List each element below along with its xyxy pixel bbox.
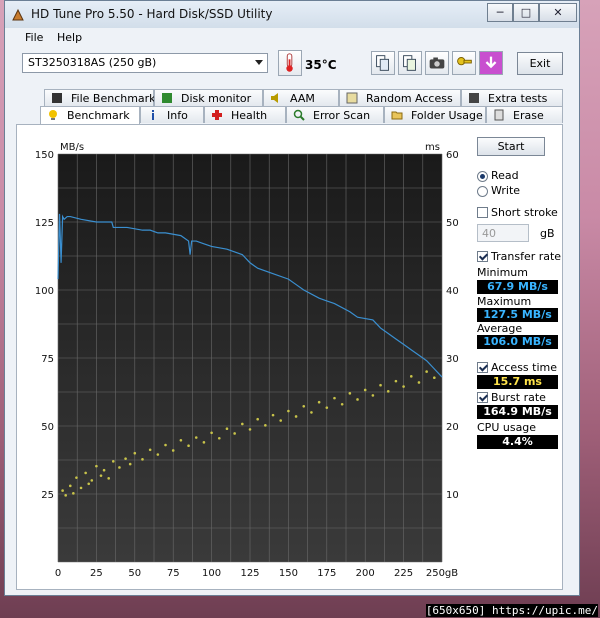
access-time-value: 15.7 ms <box>477 375 558 389</box>
tab-label: Disk monitor <box>181 92 252 105</box>
tab-health[interactable]: Health <box>204 106 286 123</box>
tab-info[interactable]: Info <box>140 106 204 123</box>
tab-extra-tests[interactable]: Extra tests <box>461 89 563 106</box>
tab-folder-usage[interactable]: Folder Usage <box>384 106 486 123</box>
copy-text-icon <box>376 55 389 71</box>
tab-label: Erase <box>513 109 544 122</box>
magnifier-icon <box>293 109 305 121</box>
speaker-icon <box>271 93 278 103</box>
screenshot-button[interactable] <box>425 51 449 75</box>
tab-label: Benchmark <box>67 109 130 122</box>
file-benchmark-icon <box>52 93 62 103</box>
minimum-label: Minimum <box>477 266 528 279</box>
write-radio[interactable] <box>477 186 488 197</box>
menu-bar: File Help <box>5 28 579 48</box>
access-time-checkbox[interactable] <box>477 362 488 373</box>
short-stroke-checkbox[interactable] <box>477 207 488 218</box>
start-button[interactable]: Start <box>477 137 545 156</box>
info-icon <box>152 110 154 120</box>
tab-error-scan[interactable]: Error Scan <box>286 106 384 123</box>
tab-random-access[interactable]: Random Access <box>339 89 461 106</box>
tab-label: Info <box>167 109 188 122</box>
short-stroke-label: Short stroke <box>491 206 558 219</box>
save-key-icon <box>457 57 472 66</box>
minimize-icon: ─ <box>496 6 504 19</box>
copy-report-icon <box>403 55 416 71</box>
short-stroke-unit: gB <box>540 227 555 240</box>
copy-report-button[interactable] <box>398 51 422 75</box>
read-label: Read <box>491 169 519 182</box>
tab-file-benchmark[interactable]: File Benchmark <box>44 89 156 106</box>
maximum-label: Maximum <box>477 295 532 308</box>
camera-icon <box>429 57 445 69</box>
transfer-rate-label: Transfer rate <box>491 250 562 263</box>
copy-text-button[interactable] <box>371 51 395 75</box>
tab-label: File Benchmark <box>71 92 156 105</box>
title-bar[interactable]: HD Tune Pro 5.50 - Hard Disk/SSD Utility… <box>5 1 579 28</box>
close-button[interactable]: ✕ <box>539 3 577 22</box>
health-cross-icon <box>212 110 222 120</box>
minimize-button[interactable]: ─ <box>487 3 513 22</box>
cpu-usage-value: 4.4% <box>477 435 558 449</box>
temperature-readout: 35°C <box>305 58 337 72</box>
tab-label: Error Scan <box>313 109 371 122</box>
drive-select-value: ST3250318AS (250 gB) <box>28 56 157 69</box>
chevron-down-icon <box>255 60 263 65</box>
save-key-button[interactable] <box>452 51 476 75</box>
tab-label: Random Access <box>366 92 453 105</box>
tab-label: Folder Usage <box>411 109 483 122</box>
average-value: 106.0 MB/s <box>477 335 558 349</box>
thermometer-icon <box>278 50 302 76</box>
tab-aam[interactable]: AAM <box>263 89 339 106</box>
maximum-value: 127.5 MB/s <box>477 308 558 322</box>
short-stroke-value: 40 <box>482 227 496 240</box>
download-icon <box>485 56 497 69</box>
folder-icon <box>391 111 403 120</box>
cpu-usage-label: CPU usage <box>477 421 537 434</box>
read-radio[interactable] <box>477 171 488 182</box>
thermometer-glyph <box>286 53 293 72</box>
maximize-button[interactable]: □ <box>513 3 539 22</box>
image-caption: [650x650] https://upic.me/ <box>425 604 598 617</box>
random-access-icon <box>346 92 358 104</box>
close-icon: ✕ <box>553 6 563 19</box>
tab-label: AAM <box>290 92 315 105</box>
app-icon <box>12 8 24 21</box>
window-title: HD Tune Pro 5.50 - Hard Disk/SSD Utility <box>31 7 273 21</box>
tab-label: Extra tests <box>488 92 548 105</box>
access-time-label: Access time <box>491 361 558 374</box>
erase-icon <box>494 109 504 121</box>
tab-benchmark[interactable]: Benchmark <box>40 106 140 125</box>
minimum-value: 67.9 MB/s <box>477 280 558 294</box>
burst-rate-checkbox[interactable] <box>477 392 488 403</box>
burst-rate-value: 164.9 MB/s <box>477 405 558 419</box>
tab-disk-monitor[interactable]: Disk monitor <box>154 89 263 106</box>
download-button[interactable] <box>479 51 503 75</box>
tab-erase[interactable]: Erase <box>486 106 563 123</box>
short-stroke-stepper[interactable]: 40 <box>477 224 529 242</box>
lightbulb-icon <box>49 110 57 120</box>
extra-tests-icon <box>469 93 479 103</box>
menu-file[interactable]: File <box>25 31 43 44</box>
write-label: Write <box>491 184 521 197</box>
transfer-rate-checkbox[interactable] <box>477 251 488 262</box>
average-label: Average <box>477 322 523 335</box>
drive-select[interactable]: ST3250318AS (250 gB) <box>22 53 268 73</box>
burst-rate-label: Burst rate <box>491 391 546 404</box>
exit-button[interactable]: Exit <box>517 52 563 75</box>
maximize-icon: □ <box>520 6 532 19</box>
menu-help[interactable]: Help <box>57 31 82 44</box>
tab-label: Health <box>231 109 268 122</box>
disk-monitor-icon <box>162 93 172 103</box>
